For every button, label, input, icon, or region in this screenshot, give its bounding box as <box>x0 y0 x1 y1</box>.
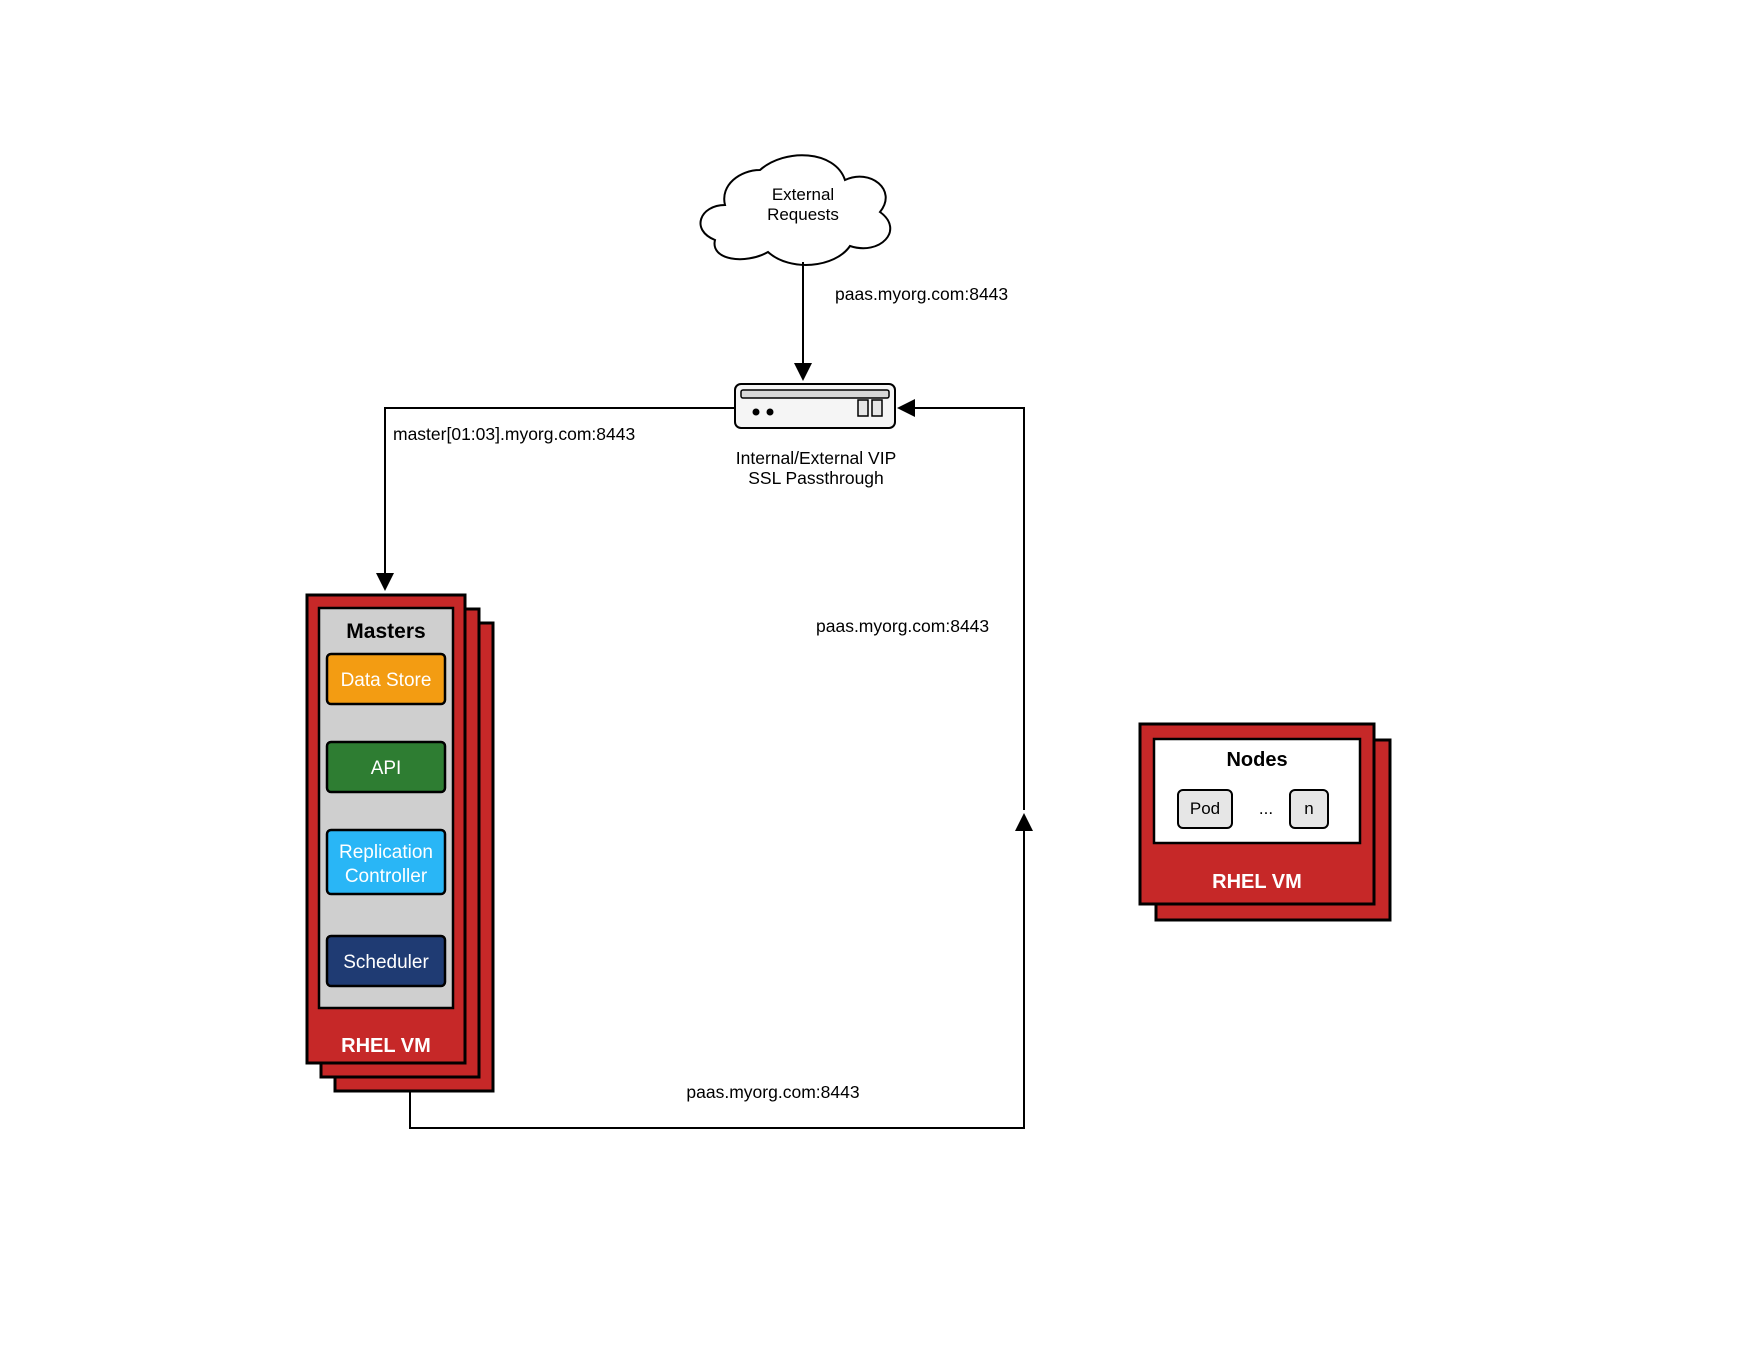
masters-title: Masters <box>346 620 425 643</box>
label-left-arrow: master[01:03].myorg.com:8443 <box>393 424 635 444</box>
n-label: n <box>1304 799 1313 818</box>
nodes-title: Nodes <box>1226 749 1287 771</box>
vip-device <box>735 384 895 428</box>
masters-stack: Masters Data Store API Replication Contr… <box>307 595 493 1091</box>
diagram-canvas: External Requests paas.myorg.com:8443 In… <box>0 0 1760 1360</box>
arrow-nodes-to-vip-right <box>900 408 1024 806</box>
replication-label-2: Controller <box>345 866 428 887</box>
scheduler-label: Scheduler <box>343 952 429 973</box>
nodes-footer: RHEL VM <box>1212 871 1302 893</box>
api-label: API <box>371 758 402 779</box>
pod-label: Pod <box>1190 799 1220 818</box>
label-top-arrow: paas.myorg.com:8443 <box>835 284 1008 304</box>
vip-label-1: Internal/External VIP <box>736 448 897 468</box>
pod-dots: ... <box>1259 799 1273 818</box>
label-right-arrow: paas.myorg.com:8443 <box>816 616 989 636</box>
cloud-text-2: Requests <box>767 205 839 224</box>
replication-label-1: Replication <box>339 842 433 863</box>
vip-label-2: SSL Passthrough <box>748 468 884 488</box>
label-bottom-arrow: paas.myorg.com:8443 <box>686 1082 859 1102</box>
masters-footer: RHEL VM <box>341 1035 431 1057</box>
nodes-stack: Nodes Pod ... n RHEL VM <box>1140 724 1390 920</box>
cloud-text-1: External <box>772 185 834 204</box>
data-store-label: Data Store <box>341 670 432 691</box>
external-requests-cloud: External Requests <box>701 155 891 265</box>
